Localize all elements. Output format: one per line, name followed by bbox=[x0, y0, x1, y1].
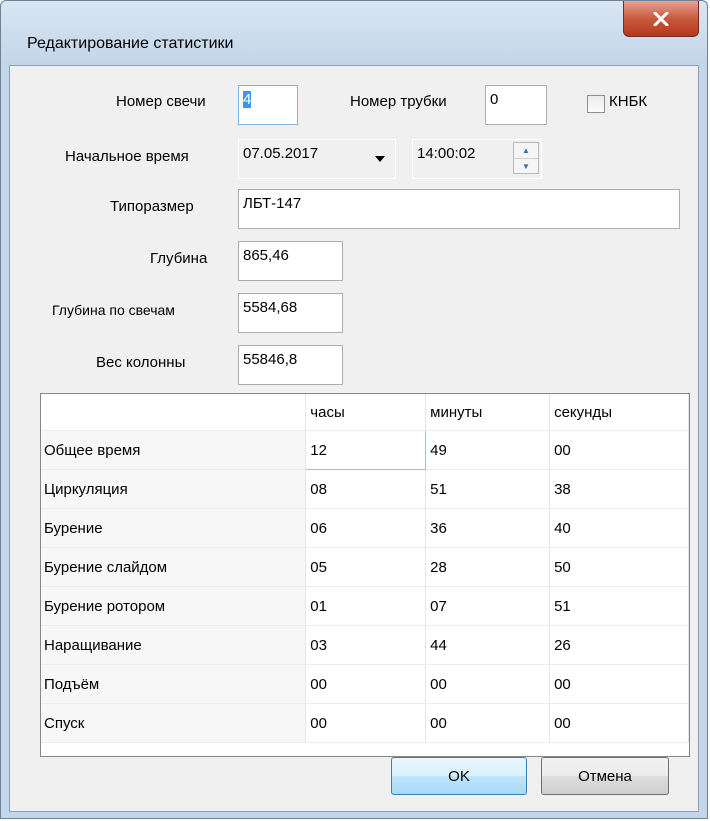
row-header: Наращивание bbox=[41, 625, 307, 665]
size-type-input[interactable]: ЛБТ-147 bbox=[238, 189, 680, 229]
table-row: Бурение 06 36 40 bbox=[41, 508, 689, 548]
table-row: Спуск 00 00 00 bbox=[41, 703, 689, 743]
table-cell[interactable]: 50 bbox=[549, 547, 689, 587]
table-cell[interactable]: 36 bbox=[425, 508, 551, 548]
depth-by-candles-input[interactable]: 5584,68 bbox=[238, 293, 343, 333]
table-cell[interactable]: 00 bbox=[425, 703, 551, 743]
table-row: Бурение ротором 01 07 51 bbox=[41, 586, 689, 626]
tube-number-value: 0 bbox=[490, 91, 499, 108]
table-cell[interactable]: 40 bbox=[549, 508, 689, 548]
window-title: Редактирование статистики bbox=[27, 35, 234, 52]
knbk-checkbox[interactable] bbox=[587, 95, 605, 113]
start-time-value: 14:00:02 bbox=[417, 145, 476, 162]
table-cell[interactable]: 00 bbox=[425, 664, 551, 704]
table-cell[interactable]: 00 bbox=[305, 703, 427, 743]
row-header: Бурение слайдом bbox=[41, 547, 307, 587]
table-cell[interactable]: 44 bbox=[425, 625, 551, 665]
table-row: Бурение слайдом 05 28 50 bbox=[41, 547, 689, 587]
header-corner bbox=[41, 394, 307, 431]
ok-button[interactable]: OK bbox=[391, 757, 527, 795]
table-row: Общее время 12 49 00 bbox=[41, 430, 689, 470]
table-cell[interactable]: 00 bbox=[305, 664, 427, 704]
arrow-down-icon[interactable]: ▼ bbox=[514, 159, 538, 174]
table-cell[interactable]: 06 bbox=[305, 508, 427, 548]
column-header-seconds[interactable]: секунды bbox=[549, 394, 689, 431]
table-cell[interactable]: 38 bbox=[549, 469, 689, 509]
row-header: Подъём bbox=[41, 664, 307, 704]
stats-grid: часы минуты секунды Общее время 12 49 00… bbox=[40, 393, 690, 757]
cancel-button[interactable]: Отмена bbox=[541, 757, 669, 795]
column-header-hours[interactable]: часы bbox=[305, 394, 427, 431]
column-weight-input[interactable]: 55846,8 bbox=[238, 345, 343, 385]
candle-number-value: 4 bbox=[243, 91, 252, 108]
dialog-client-area: Номер свечи 4 Номер трубки 0 КНБК Началь… bbox=[9, 65, 699, 812]
start-date-picker[interactable]: 07.05.2017 bbox=[238, 139, 396, 179]
table-cell[interactable]: 08 bbox=[305, 469, 427, 509]
table-cell[interactable]: 51 bbox=[549, 586, 689, 626]
dialog-window: Редактирование статистики Номер свечи 4 … bbox=[0, 0, 708, 819]
candle-number-label: Номер свечи bbox=[116, 93, 206, 110]
tube-number-label: Номер трубки bbox=[350, 93, 447, 110]
depth-label: Глубина bbox=[150, 250, 208, 267]
table-cell[interactable]: 01 bbox=[305, 586, 427, 626]
row-header: Циркуляция bbox=[41, 469, 307, 509]
table-cell[interactable]: 03 bbox=[305, 625, 427, 665]
arrow-up-icon[interactable]: ▲ bbox=[514, 143, 538, 159]
row-header: Бурение ротором bbox=[41, 586, 307, 626]
table-row: Наращивание 03 44 26 bbox=[41, 625, 689, 665]
table-cell[interactable]: 49 bbox=[425, 430, 551, 470]
table-cell[interactable]: 05 bbox=[305, 547, 427, 587]
depth-by-candles-label: Глубина по свечам bbox=[52, 302, 175, 318]
tube-number-input[interactable]: 0 bbox=[485, 85, 547, 125]
column-header-minutes[interactable]: минуты bbox=[425, 394, 551, 431]
table-cell[interactable]: 12 bbox=[305, 430, 427, 470]
start-time-spinner[interactable]: ▲ ▼ bbox=[513, 142, 539, 174]
row-header: Бурение bbox=[41, 508, 307, 548]
depth-value: 865,46 bbox=[243, 247, 289, 264]
close-button[interactable] bbox=[623, 1, 699, 37]
table-row: Подъём 00 00 00 bbox=[41, 664, 689, 704]
title-bar[interactable]: Редактирование статистики bbox=[1, 1, 707, 65]
knbk-label: КНБК bbox=[609, 93, 648, 110]
row-header: Спуск bbox=[41, 703, 307, 743]
table-cell[interactable]: 28 bbox=[425, 547, 551, 587]
table-cell[interactable]: 51 bbox=[425, 469, 551, 509]
depth-input[interactable]: 865,46 bbox=[238, 241, 343, 281]
table-cell[interactable]: 00 bbox=[549, 430, 689, 470]
triangle-down-icon[interactable] bbox=[374, 155, 386, 163]
column-weight-label: Вес колонны bbox=[96, 354, 186, 371]
row-header: Общее время bbox=[41, 430, 307, 470]
candle-number-input[interactable]: 4 bbox=[238, 85, 298, 125]
size-type-label: Типоразмер bbox=[110, 198, 194, 215]
table-cell[interactable]: 07 bbox=[425, 586, 551, 626]
table-row: Циркуляция 08 51 38 bbox=[41, 469, 689, 509]
stats-table: часы минуты секунды Общее время 12 49 00… bbox=[41, 394, 689, 743]
depth-by-candles-value: 5584,68 bbox=[243, 299, 298, 316]
start-time-label: Начальное время bbox=[65, 148, 189, 165]
table-cell[interactable]: 00 bbox=[549, 703, 689, 743]
table-cell[interactable]: 00 bbox=[549, 664, 689, 704]
table-header-row: часы минуты секунды bbox=[41, 394, 689, 431]
start-date-value: 07.05.2017 bbox=[243, 145, 319, 162]
table-cell[interactable]: 26 bbox=[549, 625, 689, 665]
column-weight-value: 55846,8 bbox=[243, 351, 298, 368]
close-icon bbox=[653, 11, 669, 26]
size-type-value: ЛБТ-147 bbox=[243, 195, 302, 212]
